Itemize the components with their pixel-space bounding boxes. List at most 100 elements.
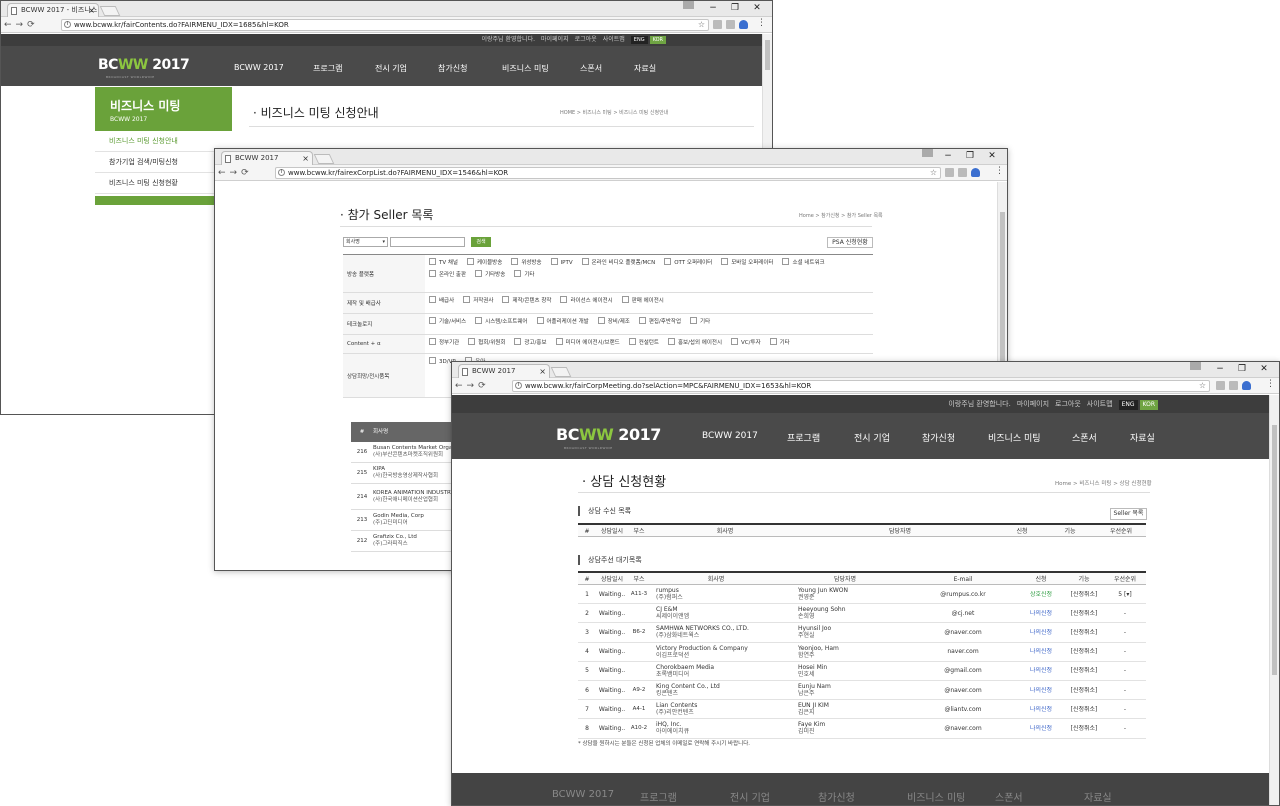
checkbox[interactable] <box>555 338 563 345</box>
nav-archive[interactable]: 자료실 <box>1130 431 1155 444</box>
filter-option[interactable]: 모바일 오퍼레이터 <box>721 258 773 266</box>
profile-icon[interactable] <box>922 149 933 157</box>
filter-option[interactable]: 광고/홍보 <box>514 338 547 346</box>
reload-icon[interactable]: ⟳ <box>241 168 253 178</box>
side-item-search[interactable]: 참가기업 검색/미팅신청 <box>95 152 232 173</box>
extension-icon[interactable] <box>739 20 748 29</box>
filter-option[interactable]: 시스템/소프트웨어 <box>475 317 528 325</box>
lang-eng[interactable]: ENG <box>1118 400 1138 410</box>
checkbox[interactable] <box>664 258 672 265</box>
checkbox[interactable] <box>731 338 739 345</box>
profile-icon[interactable] <box>683 1 694 9</box>
filter-option[interactable]: 온라인 비디오 플랫폼/MCN <box>581 258 655 266</box>
checkbox[interactable] <box>721 258 729 265</box>
extension-icon[interactable] <box>1216 381 1225 390</box>
search-select[interactable]: 회사명 ▾ <box>343 237 388 247</box>
footer-nav-bcww[interactable]: BCWW 2017 <box>552 789 614 800</box>
filter-option[interactable]: 장비/제조 <box>597 317 630 325</box>
filter-option[interactable]: 미디어 에이전시/브랜드 <box>555 338 620 346</box>
psa-status-button[interactable]: PSA 신청현황 <box>827 237 873 248</box>
priority-select[interactable]: - <box>1104 706 1146 713</box>
filter-option[interactable]: 온라인 출판 <box>429 270 466 278</box>
maximize-icon[interactable]: ❐ <box>959 149 981 164</box>
sitemap-link[interactable]: 사이트맵 <box>603 36 625 43</box>
nav-program[interactable]: 프로그램 <box>787 431 820 444</box>
back-icon[interactable]: ← <box>218 168 230 178</box>
table-row[interactable]: 216 Busan Contents Market Organizing Comm… <box>351 442 461 463</box>
checkbox[interactable] <box>429 258 436 265</box>
checkbox[interactable] <box>475 317 483 324</box>
checkbox[interactable] <box>463 296 471 303</box>
cancel-request-link[interactable]: [신청취소] <box>1064 591 1104 598</box>
checkbox[interactable] <box>621 296 629 303</box>
nav-bcww[interactable]: BCWW 2017 <box>702 431 758 441</box>
logout-link[interactable]: 로그아웃 <box>575 36 597 43</box>
filter-option[interactable]: 홍보/섭외 에이전시 <box>667 338 722 346</box>
company-name[interactable]: KOREA ANIMATION INDUSTRY ASSOCIATION <box>373 490 461 497</box>
checkbox[interactable] <box>581 258 589 265</box>
menu-icon[interactable]: ⋮ <box>757 18 766 28</box>
checkbox[interactable] <box>429 270 436 277</box>
filter-option[interactable]: 판매 에이전시 <box>621 296 664 304</box>
table-row[interactable]: 212 Grafizix Co., Ltd (주)그라피직스 <box>351 531 461 552</box>
nav-business[interactable]: 비즈니스 미팅 <box>502 63 549 74</box>
checkbox[interactable] <box>628 338 636 345</box>
checkbox[interactable] <box>429 338 436 345</box>
footer-nav-exhibitors[interactable]: 전시 기업 <box>730 789 770 804</box>
filter-option[interactable]: 정부기관 <box>429 338 459 346</box>
filter-option[interactable]: 기술/서비스 <box>429 317 466 325</box>
priority-select[interactable]: - <box>1104 648 1146 655</box>
nav-bcww[interactable]: BCWW 2017 <box>234 63 284 72</box>
extension-icon[interactable] <box>971 168 980 177</box>
checkbox[interactable] <box>429 357 436 364</box>
tab-close-icon[interactable]: × <box>539 365 546 378</box>
filter-option[interactable]: 기타 <box>514 270 534 278</box>
filter-option[interactable]: 위성방송 <box>511 258 542 266</box>
table-row[interactable]: 214 KOREA ANIMATION INDUSTRY ASSOCIATION(… <box>351 484 461 510</box>
lang-eng[interactable]: ENG <box>630 36 648 44</box>
forward-icon[interactable]: → <box>467 381 479 391</box>
cancel-request-link[interactable]: [신청취소] <box>1064 725 1104 732</box>
maximize-icon[interactable]: ❐ <box>724 1 746 16</box>
footer-nav-program[interactable]: 프로그램 <box>640 789 677 804</box>
filter-option[interactable]: 기타 <box>690 317 710 325</box>
checkbox[interactable] <box>468 338 476 345</box>
forward-icon[interactable]: → <box>16 20 28 30</box>
company-name[interactable]: Grafizix Co., Ltd <box>373 534 417 541</box>
checkbox[interactable] <box>511 258 519 265</box>
checkbox[interactable] <box>560 296 568 303</box>
cancel-request-link[interactable]: [신청취소] <box>1064 706 1104 713</box>
company-name[interactable]: Godin Media, Corp <box>373 513 424 520</box>
filter-option[interactable]: VC/투자 <box>731 338 761 346</box>
footer-nav-register[interactable]: 참가신청 <box>818 789 855 804</box>
filter-option[interactable]: 소셜 네트워크 <box>782 258 825 266</box>
filter-option[interactable]: 컨설턴트 <box>628 338 659 346</box>
nav-exhibitors[interactable]: 전시 기업 <box>375 63 407 74</box>
close-icon[interactable]: ✕ <box>1253 362 1275 377</box>
bcww-logo[interactable]: BCWW 2017 BROADCAST WORLDWIDE <box>98 57 190 79</box>
extension-icon[interactable] <box>945 168 954 177</box>
browser-tab[interactable]: BCWW 2017 - 비즈니스 미 × <box>7 3 99 17</box>
nav-business[interactable]: 비즈니스 미팅 <box>988 431 1041 444</box>
extension-icon[interactable] <box>1242 381 1251 390</box>
scrollbar[interactable] <box>1269 395 1279 805</box>
checkbox[interactable] <box>467 258 474 265</box>
new-tab-button[interactable] <box>313 154 335 164</box>
minimize-icon[interactable]: − <box>937 149 959 164</box>
nav-archive[interactable]: 자료실 <box>634 63 656 74</box>
menu-icon[interactable]: ⋮ <box>1266 379 1275 389</box>
filter-option[interactable]: 라이선스 에이전시 <box>560 296 613 304</box>
browser-tab[interactable]: BCWW 2017 × <box>458 364 550 378</box>
star-icon[interactable]: ☆ <box>698 20 705 30</box>
minimize-icon[interactable]: − <box>1209 362 1231 377</box>
new-tab-button[interactable] <box>550 367 572 377</box>
checkbox[interactable] <box>550 258 558 265</box>
priority-select[interactable]: 5 [▾] <box>1104 591 1146 598</box>
maximize-icon[interactable]: ❐ <box>1231 362 1253 377</box>
filter-option[interactable]: 케이블방송 <box>467 258 502 266</box>
forward-icon[interactable]: → <box>230 168 242 178</box>
checkbox[interactable] <box>429 317 436 324</box>
checkbox[interactable] <box>502 296 510 303</box>
star-icon[interactable]: ☆ <box>1199 381 1206 391</box>
checkbox[interactable] <box>514 270 522 277</box>
